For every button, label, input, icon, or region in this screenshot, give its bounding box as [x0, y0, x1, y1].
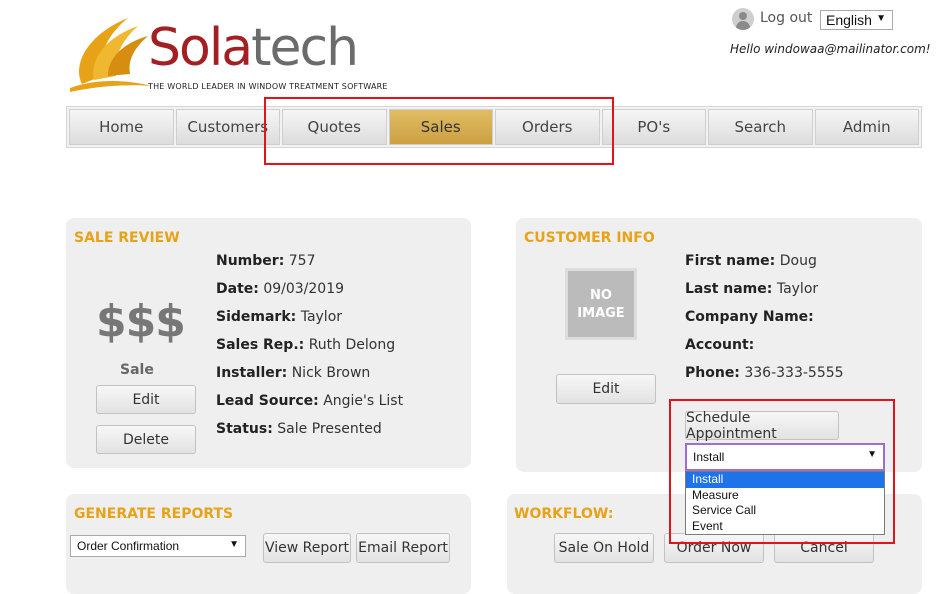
field-label: Account:: [685, 337, 755, 353]
field-value: Angie's List: [323, 393, 404, 409]
nav-pos[interactable]: PO's: [601, 109, 706, 145]
customer-info-title: CUSTOMER INFO: [524, 230, 655, 246]
field-value: Doug: [779, 253, 817, 269]
logout-link[interactable]: Log out: [760, 10, 812, 26]
appointment-highlight-box: [669, 399, 895, 544]
sale-edit-button[interactable]: Edit: [96, 385, 196, 414]
logo-wordmark: Solatech: [148, 16, 359, 80]
field-label: Status:: [216, 421, 273, 437]
logo-word-sola: Sola: [148, 18, 253, 78]
nav-search[interactable]: Search: [708, 109, 813, 145]
field-label: Sales Rep.:: [216, 337, 305, 353]
field-value: Ruth Delong: [308, 337, 396, 353]
view-report-button[interactable]: View Report: [263, 533, 351, 563]
nav-admin[interactable]: Admin: [814, 109, 919, 145]
no-image-line2: IMAGE: [577, 306, 625, 321]
nav-highlight-box: [264, 97, 614, 165]
dropdown-arrow-icon: ▼: [229, 539, 239, 550]
field-value: 09/03/2019: [263, 281, 345, 297]
sale-delete-button[interactable]: Delete: [96, 425, 196, 454]
field-label: Lead Source:: [216, 393, 319, 409]
logo-tagline: THE WORLD LEADER IN WINDOW TREATMENT SOF…: [148, 82, 388, 91]
field-value: Taylor: [776, 281, 819, 297]
greeting-text: Hello windowaa@mailinator.com!: [730, 42, 931, 56]
report-type-select[interactable]: Order Confirmation ▼: [70, 535, 246, 557]
field-value: 757: [288, 253, 316, 269]
no-image-line1: NO: [590, 288, 612, 303]
solatech-logo[interactable]: Solatech THE WORLD LEADER IN WINDOW TREA…: [68, 14, 387, 98]
report-type-value: Order Confirmation: [77, 539, 180, 553]
field-value: Nick Brown: [291, 365, 371, 381]
field-sales-rep: Sales Rep.: Ruth Delong: [216, 337, 395, 353]
field-label: Number:: [216, 253, 285, 269]
field-status: Status: Sale Presented: [216, 421, 382, 437]
field-first-name: First name: Doug: [685, 253, 817, 269]
field-label: Installer:: [216, 365, 288, 381]
logo-word-tech: tech: [251, 18, 359, 78]
field-company-name: Company Name:: [685, 309, 814, 325]
workflow-title: WORKFLOW:: [514, 506, 614, 522]
field-label: Sidemark:: [216, 309, 297, 325]
field-label: Date:: [216, 281, 259, 297]
field-installer: Installer: Nick Brown: [216, 365, 370, 381]
logo-swoosh-icon: [70, 18, 152, 92]
field-last-name: Last name: Taylor: [685, 281, 818, 297]
field-label: First name:: [685, 253, 776, 269]
dollar-icon: $$$: [96, 296, 186, 347]
nav-home[interactable]: Home: [69, 109, 174, 145]
no-image-placeholder: NO IMAGE: [565, 268, 637, 340]
sale-on-hold-button[interactable]: Sale On Hold: [554, 533, 654, 563]
dropdown-arrow-icon: ▼: [876, 13, 886, 24]
user-icon: [732, 8, 754, 30]
field-value: Sale Presented: [277, 421, 382, 437]
field-sidemark: Sidemark: Taylor: [216, 309, 342, 325]
field-label: Company Name:: [685, 309, 814, 325]
customer-edit-button[interactable]: Edit: [556, 374, 656, 404]
sale-type-label: Sale: [120, 362, 154, 378]
email-report-button[interactable]: Email Report: [356, 533, 450, 563]
sale-review-title: SALE REVIEW: [74, 230, 180, 246]
field-label: Phone:: [685, 365, 740, 381]
field-lead-source: Lead Source: Angie's List: [216, 393, 403, 409]
field-account: Account:: [685, 337, 754, 353]
field-number: Number: 757: [216, 253, 315, 269]
field-phone: Phone: 336-333-5555: [685, 365, 844, 381]
field-label: Last name:: [685, 281, 773, 297]
language-value: English: [826, 12, 872, 28]
field-value: 336-333-5555: [744, 365, 844, 381]
field-value: Taylor: [300, 309, 343, 325]
field-date: Date: 09/03/2019: [216, 281, 344, 297]
language-select[interactable]: English ▼: [820, 10, 893, 30]
generate-reports-title: GENERATE REPORTS: [74, 506, 234, 522]
